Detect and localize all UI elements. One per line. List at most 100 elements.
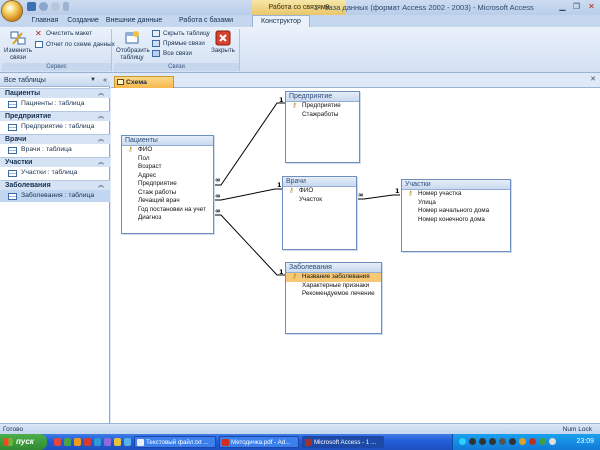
tab-external-data[interactable]: Внешние данные xyxy=(104,15,164,27)
table-icon xyxy=(8,170,17,177)
table-box-sections[interactable]: Участки ⚷ Номер участка Улица Номер начал… xyxy=(401,179,511,252)
undo-icon[interactable] xyxy=(39,2,48,11)
close-document-icon[interactable]: ✕ xyxy=(590,75,596,83)
nav-group-sections[interactable]: Участки ︽ xyxy=(0,157,110,167)
nav-group-enterprise[interactable]: Предприятие ︽ xyxy=(0,111,110,121)
tray-icon[interactable] xyxy=(529,438,536,445)
nav-group-patients[interactable]: Пациенты ︽ xyxy=(0,88,110,98)
field-row[interactable]: Диагноз xyxy=(122,214,213,223)
field-row[interactable]: Пол xyxy=(122,155,213,164)
taskbar-button-access[interactable]: Microsoft Access - 1 ... xyxy=(302,436,384,448)
field-row[interactable]: Улица xyxy=(402,199,510,208)
nav-item-patients-table[interactable]: Пациенты : таблица xyxy=(0,98,110,110)
ribbon-tabs: Главная Создание Внешние данные Работа с… xyxy=(0,15,600,36)
collapse-pane-icon[interactable]: « xyxy=(103,74,107,87)
tab-relationships-diagram[interactable]: Схема данных xyxy=(114,76,174,97)
edit-relationships-icon xyxy=(10,31,26,45)
field-row[interactable]: ⚷ ФИО xyxy=(122,146,213,155)
save-icon[interactable] xyxy=(27,2,36,11)
nav-item-sections-table[interactable]: Участки : таблица xyxy=(0,167,110,179)
quicklaunch-icon[interactable] xyxy=(124,438,131,446)
field-row[interactable]: Номер конечного дома xyxy=(402,216,510,225)
taskbar-button-textfile[interactable]: Текстовый файл.txt ... xyxy=(134,436,216,448)
field-row[interactable]: Участок xyxy=(283,196,356,205)
table-title[interactable]: Пациенты xyxy=(122,136,213,146)
table-title[interactable]: Врачи xyxy=(283,177,356,187)
table-box-diseases[interactable]: Заболевания ⚷ Название заболевания Характ… xyxy=(285,262,382,334)
office-button[interactable] xyxy=(1,0,23,22)
field-row[interactable]: ⚷ Название заболевания xyxy=(286,273,381,282)
show-table-icon xyxy=(125,31,139,44)
quicklaunch-icon[interactable] xyxy=(74,438,81,446)
tab-design[interactable]: Конструктор xyxy=(252,15,310,27)
quicklaunch-icon[interactable] xyxy=(114,438,121,446)
tab-database-tools[interactable]: Работа с базами данных xyxy=(166,15,246,36)
tray-icon[interactable] xyxy=(489,438,496,445)
customize-qat-icon[interactable] xyxy=(63,2,69,11)
minimize-button[interactable]: ▁ xyxy=(556,1,569,12)
field-row[interactable]: Предприятие xyxy=(122,180,213,189)
close-window-button[interactable]: ✕ xyxy=(585,1,598,12)
nav-group-diseases[interactable]: Заболевания ︽ xyxy=(0,180,110,190)
field-row[interactable]: Лечащий врач xyxy=(122,197,213,206)
volume-icon[interactable] xyxy=(549,438,556,445)
redo-icon[interactable] xyxy=(51,2,60,11)
field-row[interactable]: ⚷ Номер участка xyxy=(402,190,510,199)
tray-icon[interactable] xyxy=(459,438,466,445)
quicklaunch-icon[interactable] xyxy=(94,438,101,446)
table-box-doctors[interactable]: Врачи ⚷ ФИО Участок xyxy=(282,176,357,250)
tray-icon[interactable] xyxy=(499,438,506,445)
nav-item-doctors-table[interactable]: Врачи : таблица xyxy=(0,144,110,156)
field-row[interactable]: Стажработы xyxy=(286,111,359,120)
tray-icon[interactable] xyxy=(469,438,476,445)
one-marker-sections: 1 xyxy=(395,187,400,195)
tray-icon[interactable] xyxy=(519,438,526,445)
relationships-canvas[interactable]: ∞ ∞ ∞ 1 1 1 ∞ 1 Пациенты ⚷ ФИО Пол Возрас… xyxy=(111,88,600,423)
field-row[interactable]: ⚷ Предприятие xyxy=(286,102,359,111)
tab-home[interactable]: Главная xyxy=(28,15,62,27)
quicklaunch-opera-icon[interactable] xyxy=(54,438,61,446)
field-row[interactable]: Характерные признаки xyxy=(286,282,381,291)
maximize-button[interactable]: ❐ xyxy=(570,1,583,12)
nav-group-doctors[interactable]: Врачи ︽ xyxy=(0,134,110,144)
edit-relationships-button[interactable]: Изменить связи xyxy=(4,30,32,61)
tray-icon[interactable] xyxy=(509,438,516,445)
show-table-button[interactable]: Отобразить таблицу xyxy=(116,30,150,61)
tab-create[interactable]: Создание xyxy=(64,15,102,27)
key-icon: ⚷ xyxy=(289,187,294,194)
quicklaunch-icon[interactable] xyxy=(104,438,111,446)
table-title[interactable]: Участки xyxy=(402,180,510,190)
table-title[interactable]: Предприятие xyxy=(286,92,359,102)
table-title[interactable]: Заболевания xyxy=(286,263,381,273)
key-icon: ⚷ xyxy=(292,102,297,109)
field-row[interactable]: Стаж работы xyxy=(122,189,213,198)
all-relationships-button[interactable]: Все связи xyxy=(152,49,192,58)
field-row[interactable]: Рекомендуемое лечение xyxy=(286,290,381,299)
quicklaunch-icon[interactable] xyxy=(84,438,91,446)
field-row[interactable]: Возраст xyxy=(122,163,213,172)
start-button[interactable]: пуск xyxy=(0,434,47,450)
nav-item-diseases-table[interactable]: Заболевания : таблица xyxy=(0,190,110,202)
table-box-patients[interactable]: Пациенты ⚷ ФИО Пол Возраст Адрес Предприя… xyxy=(121,135,214,234)
field-row[interactable]: Номер начального дома xyxy=(402,207,510,216)
relationship-report-button[interactable]: Отчет по схеме данных xyxy=(35,40,115,49)
field-row[interactable]: Год постановки на учет xyxy=(122,206,213,215)
clear-icon: ✕ xyxy=(35,29,42,38)
clear-layout-button[interactable]: ✕ Очистить макет xyxy=(35,29,92,38)
windows-logo-icon xyxy=(4,438,13,446)
nav-header[interactable]: Все таблицы ▼ « xyxy=(0,74,110,87)
direct-relationships-button[interactable]: Прямые связи xyxy=(152,39,205,48)
field-row[interactable]: ⚷ ФИО xyxy=(283,187,356,196)
nav-item-enterprise-table[interactable]: Предприятие : таблица xyxy=(0,121,110,133)
field-row[interactable]: Адрес xyxy=(122,172,213,181)
taskbar-button-pdf[interactable]: Методичка.pdf - Ad... xyxy=(219,436,299,448)
table-icon xyxy=(8,147,17,154)
table-box-enterprise[interactable]: Предприятие ⚷ Предприятие Стажработы xyxy=(285,91,360,163)
tray-icon[interactable] xyxy=(539,438,546,445)
hide-table-button[interactable]: Скрыть таблицу xyxy=(152,29,210,38)
tray-icon[interactable] xyxy=(479,438,486,445)
close-relationships-button[interactable]: Закрыть xyxy=(210,30,236,54)
quicklaunch-icon[interactable] xyxy=(64,438,71,446)
relation-line-diseases xyxy=(214,214,285,276)
chevron-down-icon[interactable]: ▼ xyxy=(90,74,96,87)
